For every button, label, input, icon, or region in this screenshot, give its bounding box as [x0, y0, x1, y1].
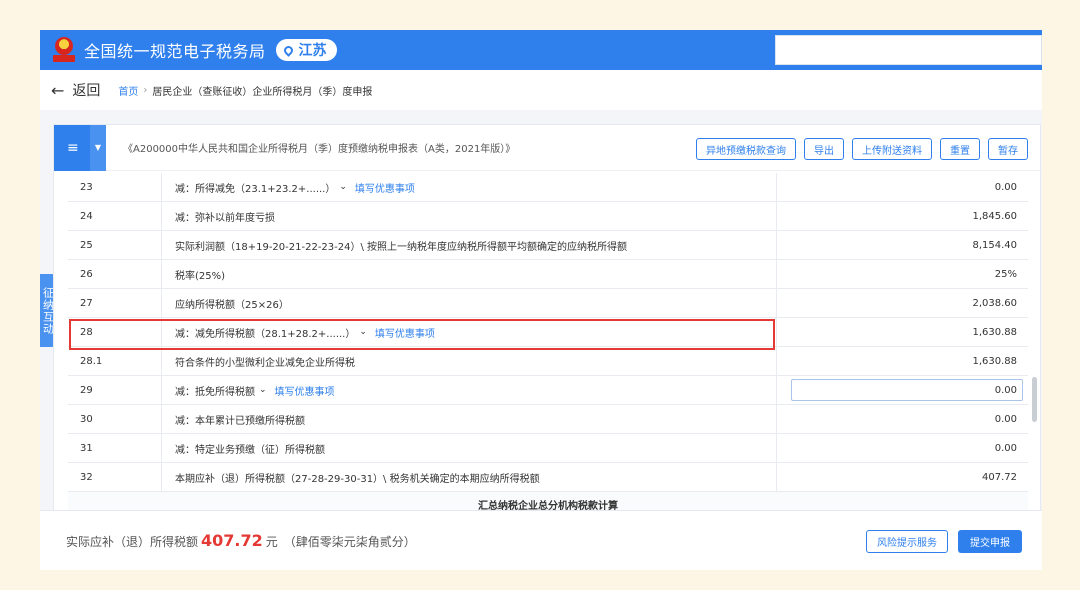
breadcrumb-separator: ›: [143, 84, 148, 96]
vertical-scrollbar[interactable]: [1032, 377, 1037, 422]
breadcrumb: 首页 › 居民企业（查账征收）企业所得税月（季）度申报: [118, 83, 372, 98]
row-item-label: 减：减免所得税额（28.1+28.2+......）: [175, 328, 356, 340]
menu-icon: ≡: [67, 139, 79, 156]
row-number: 26: [68, 260, 162, 288]
row-value: 1,630.88: [972, 326, 1017, 338]
row-item-label: 减：弥补以前年度亏损: [162, 202, 777, 230]
breadcrumb-bar: ← 返回 首页 › 居民企业（查账征收）企业所得税月（季）度申报: [40, 70, 1042, 110]
toolbar-buttons: 异地预缴税款查询 导出 上传附送资料 重置 暂存: [696, 138, 1028, 160]
form-menu-button[interactable]: ≡ ▼: [54, 124, 106, 171]
row-item-label: 本期应补（退）所得税额（27-28-29-30-31）\ 税务机关确定的本期应纳…: [162, 463, 777, 491]
risk-alert-button[interactable]: 风险提示服务: [866, 530, 948, 553]
declaration-form-panel: ≡ ▼ 《A200000中华人民共和国企业所得税月（季）度预缴纳税申报表（A类，…: [53, 124, 1042, 562]
tax-emblem-icon: [53, 37, 75, 63]
table-row: 28 减：减免所得税额（28.1+28.2+......） ⌄ 填写优惠事项 1…: [68, 318, 1028, 347]
tax-in-words: （肆佰零柒元柒角贰分）: [283, 535, 416, 549]
tax-app-window: 全国统一规范电子税务局 江苏 ← 返回 首页 › 居民企业（查账征收）企业所得税…: [40, 30, 1042, 570]
row-number: 25: [68, 231, 162, 259]
fill-preferential-link[interactable]: 填写优惠事项: [375, 325, 435, 340]
row-value: 1,845.60: [972, 210, 1017, 222]
row-item-label: 减：抵免所得税额: [175, 386, 255, 398]
table-row: 23 减：所得减免（23.1+23.2+......） ⌄ 填写优惠事项 0.0…: [68, 173, 1028, 202]
back-label: 返回: [72, 83, 101, 99]
row-value: 2,038.60: [972, 297, 1017, 309]
row-number: 27: [68, 289, 162, 317]
form-title: 《A200000中华人民共和国企业所得税月（季）度预缴纳税申报表（A类，2021…: [123, 144, 516, 155]
row-value: 8,154.40: [972, 239, 1017, 251]
table-row: 31 减：特定业务预缴（征）所得税额 0.00: [68, 434, 1028, 463]
row-number: 32: [68, 463, 162, 491]
table-row: 25 实际利润额（18+19-20-21-22-23-24）\ 按照上一纳税年度…: [68, 231, 1028, 260]
row-number: 28: [68, 318, 162, 346]
row-item: 减：抵免所得税额 ⌄ 填写优惠事项: [162, 376, 777, 404]
table-row: 29 减：抵免所得税额 ⌄ 填写优惠事项 0.00: [68, 376, 1028, 405]
table-row: 26 税率(25%) 25%: [68, 260, 1028, 289]
caret-down-icon: ▼: [90, 124, 106, 171]
breadcrumb-home-link[interactable]: 首页: [118, 83, 138, 98]
tax-credit-input[interactable]: 0.00: [791, 379, 1023, 401]
row-item-label: 减：所得减免（23.1+23.2+......）: [175, 183, 336, 195]
chevron-down-icon[interactable]: ⌄: [339, 182, 347, 192]
row-item-label: 税率(25%): [162, 260, 777, 288]
table-row: 32 本期应补（退）所得税额（27-28-29-30-31）\ 税务机关确定的本…: [68, 463, 1028, 492]
row-item-label: 减：本年累计已预缴所得税额: [162, 405, 777, 433]
row-item: 减：减免所得税额（28.1+28.2+......） ⌄ 填写优惠事项: [162, 318, 777, 346]
tax-label: 实际应补（退）所得税额: [66, 535, 199, 549]
breadcrumb-current: 居民企业（查账征收）企业所得税月（季）度申报: [152, 86, 373, 98]
footer-bar: 实际应补（退）所得税额 407.72 元 （肆佰零柒元柒角贰分） 风险提示服务 …: [40, 510, 1042, 570]
save-draft-button[interactable]: 暂存: [988, 138, 1028, 160]
site-title: 全国统一规范电子税务局: [84, 42, 266, 61]
table-row: 30 减：本年累计已预缴所得税额 0.00: [68, 405, 1028, 434]
back-button[interactable]: ← 返回: [51, 80, 100, 100]
arrow-left-icon: ←: [51, 80, 65, 100]
chevron-down-icon[interactable]: ⌄: [359, 327, 367, 337]
header-search-input[interactable]: [775, 35, 1042, 65]
row-value: 0.00: [994, 413, 1017, 425]
table-row: 27 应纳所得税额（25×26） 2,038.60: [68, 289, 1028, 318]
row-number: 24: [68, 202, 162, 230]
region-selector[interactable]: 江苏: [275, 39, 337, 61]
row-number: 29: [68, 376, 162, 404]
form-toolbar: ≡ ▼ 《A200000中华人民共和国企业所得税月（季）度预缴纳税申报表（A类，…: [54, 124, 1042, 171]
table-row: 28.1 符合条件的小型微利企业减免企业所得税 1,630.88: [68, 347, 1028, 376]
row-number: 23: [68, 173, 162, 201]
location-pin-icon: [281, 43, 295, 57]
export-button[interactable]: 导出: [804, 138, 844, 160]
tax-amount: 407.72: [201, 531, 263, 550]
upload-attachments-button[interactable]: 上传附送资料: [852, 138, 932, 160]
declaration-table: 23 减：所得减免（23.1+23.2+......） ⌄ 填写优惠事项 0.0…: [68, 173, 1028, 518]
table-row: 24 减：弥补以前年度亏损 1,845.60: [68, 202, 1028, 231]
row-item: 减：所得减免（23.1+23.2+......） ⌄ 填写优惠事项: [162, 173, 777, 201]
row-value: 407.72: [982, 471, 1017, 483]
remote-prepaid-query-button[interactable]: 异地预缴税款查询: [696, 138, 796, 160]
row-number: 30: [68, 405, 162, 433]
row-value: 25%: [994, 268, 1017, 280]
tax-summary: 实际应补（退）所得税额 407.72 元 （肆佰零柒元柒角贰分）: [66, 531, 416, 550]
submit-declaration-button[interactable]: 提交申报: [958, 530, 1022, 553]
fill-preferential-link[interactable]: 填写优惠事项: [355, 180, 415, 195]
row-number: 31: [68, 434, 162, 462]
chevron-down-icon[interactable]: ⌄: [259, 385, 267, 395]
fill-preferential-link[interactable]: 填写优惠事项: [275, 383, 335, 398]
row-value-cell: 0.00: [777, 376, 1028, 404]
top-header-bar: 全国统一规范电子税务局 江苏: [40, 30, 1042, 70]
tax-unit: 元: [265, 535, 278, 549]
reset-button[interactable]: 重置: [940, 138, 980, 160]
footer-buttons: 风险提示服务 提交申报: [866, 530, 1022, 553]
row-item-label: 符合条件的小型微利企业减免企业所得税: [162, 347, 777, 375]
region-label: 江苏: [298, 43, 327, 59]
row-value: 0.00: [994, 181, 1017, 193]
row-value: 0.00: [994, 442, 1017, 454]
row-value: 1,630.88: [972, 355, 1017, 367]
row-number: 28.1: [68, 347, 162, 375]
row-item-label: 实际利润额（18+19-20-21-22-23-24）\ 按照上一纳税年度应纳税…: [162, 231, 777, 259]
row-item-label: 应纳所得税额（25×26）: [162, 289, 777, 317]
row-item-label: 减：特定业务预缴（征）所得税额: [162, 434, 777, 462]
